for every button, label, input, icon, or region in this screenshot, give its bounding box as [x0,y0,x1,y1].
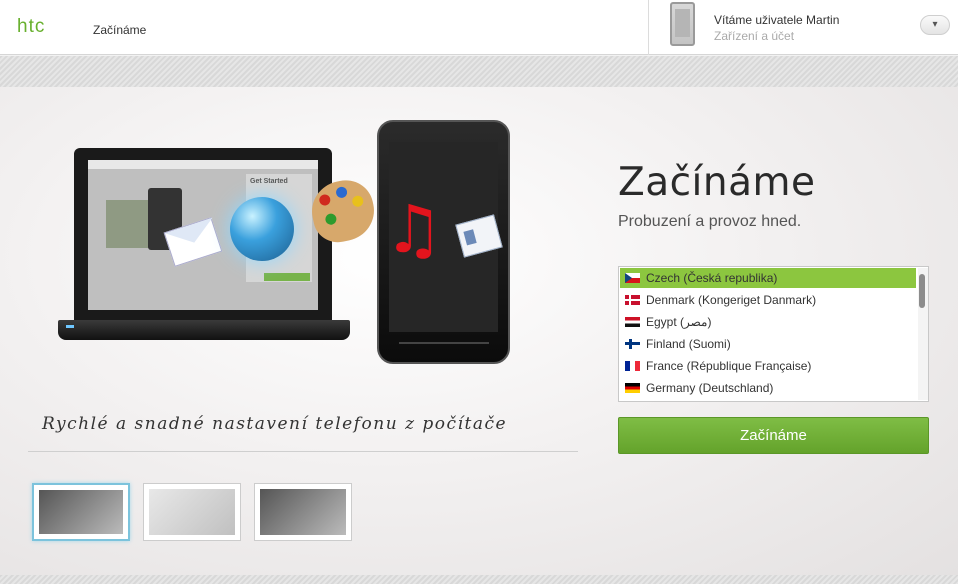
list-item[interactable]: Finland (Suomi) [620,334,916,354]
account-menu[interactable]: Vítáme uživatele Martin Zařízení a účet … [648,0,958,55]
htc-logo[interactable]: htc [17,16,45,38]
list-item[interactable]: Denmark (Kongeriget Danmark) [620,290,916,310]
get-started-button[interactable]: Začínáme [618,417,929,454]
laptop-base [58,320,350,340]
globe-icon [230,197,294,261]
list-item-label: Czech (Česká republika) [646,271,778,285]
country-language-list[interactable]: Czech (Česká republika) Denmark (Kongeri… [618,266,929,402]
germany-flag-icon [625,383,640,393]
list-scrollbar[interactable] [918,268,928,400]
scrollbar-thumb[interactable] [919,274,925,308]
egypt-flag-icon [625,317,640,327]
chevron-down-icon[interactable]: ▾ [920,15,950,35]
laptop-browser-bar [88,160,318,169]
hero-tagline: Rychlé a snadné nastavení telefonu z poč… [42,414,508,434]
divider [28,451,578,452]
page-title: Začínáme [618,160,816,205]
decorative-stripe [0,56,958,87]
page-subtitle: Probuzení a provoz hned. [618,213,802,230]
thumbnail-image [149,489,235,535]
list-item-label: Germany (Deutschland) [646,381,774,395]
decorative-stripe-bottom [0,575,958,584]
thumbnail-image [260,489,346,535]
list-item-label: Egypt (مصر) [646,315,712,329]
thumbnail-cloud-services[interactable] [143,483,241,541]
thumbnail-laptop-phone[interactable] [32,483,130,541]
top-header: htc Začínáme Vítáme uživatele Martin Zař… [0,0,958,55]
list-item[interactable]: Czech (Česká republika) [620,268,916,288]
denmark-flag-icon [625,295,640,305]
page-nav-title: Začínáme [93,23,147,37]
list-item[interactable]: France (République Française) [620,356,916,376]
list-item[interactable]: Egypt (مصر) [620,312,916,332]
list-item-label: Finland (Suomi) [646,337,731,351]
laptop-next-button [264,273,310,281]
czech-flag-icon [625,273,640,283]
list-item-label: France (République Française) [646,359,812,373]
phone-buttons [399,342,489,350]
main-panel: Get Started ♫ Rychlé a snadné nastavení … [0,87,958,575]
account-greeting: Vítáme uživatele Martin [714,13,840,27]
list-item[interactable]: Germany (Deutschland) [620,378,916,398]
thumbnail-phones[interactable] [254,483,352,541]
music-note-icon: ♫ [384,191,444,268]
device-and-account-link[interactable]: Zařízení a účet [714,29,794,43]
device-phone-icon [670,2,695,46]
thumbnail-image [39,490,123,534]
france-flag-icon [625,361,640,371]
finland-flag-icon [625,339,640,349]
laptop-get-started-heading: Get Started [250,178,288,185]
list-item-label: Denmark (Kongeriget Danmark) [646,293,817,307]
